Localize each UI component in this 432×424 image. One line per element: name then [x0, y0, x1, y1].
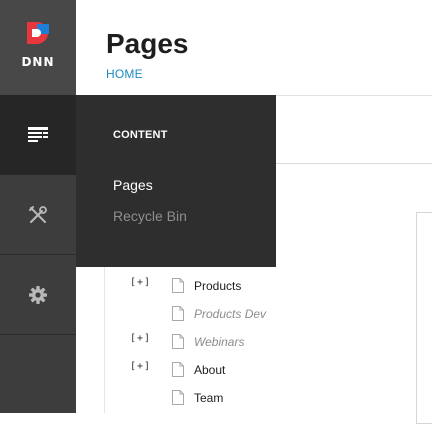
tree-row-webinars[interactable]: [+] Webinars [106, 328, 406, 356]
content-icon [28, 127, 48, 142]
tree-row-products[interactable]: [+] Products [106, 272, 406, 300]
page-details-panel [416, 212, 432, 424]
dnn-logo-icon [27, 22, 49, 44]
page-icon [172, 278, 184, 293]
page-icon [172, 362, 184, 377]
tree-label[interactable]: Products Dev [194, 307, 266, 321]
gear-icon [29, 286, 47, 304]
page-icon [172, 334, 184, 349]
tree-row-about[interactable]: [+] About [106, 356, 406, 384]
content-flyout-menu: CONTENT Pages Recycle Bin [76, 95, 276, 267]
expand-toggle[interactable]: [+] [130, 333, 151, 344]
side-rail: DNN [0, 0, 76, 413]
page-title: Pages [106, 28, 189, 59]
tree-label[interactable]: Webinars [194, 335, 244, 349]
expand-toggle[interactable]: [+] [130, 361, 151, 372]
rail-tools-button[interactable] [0, 175, 76, 255]
rail-settings-button[interactable] [0, 255, 76, 335]
tree-label[interactable]: Team [194, 391, 223, 405]
tree-row-team[interactable]: Team [106, 384, 406, 412]
dnn-wordmark: DNN [21, 55, 55, 69]
page-icon [172, 306, 184, 321]
tools-icon [29, 206, 47, 224]
tree-label[interactable]: About [194, 363, 225, 377]
rail-content-button[interactable] [0, 95, 76, 175]
expand-toggle[interactable]: [+] [130, 277, 151, 288]
flyout-item-pages[interactable]: Pages [113, 177, 153, 193]
breadcrumb-home[interactable]: HOME [106, 67, 143, 81]
flyout-heading: CONTENT [113, 129, 168, 141]
flyout-item-recycle-bin[interactable]: Recycle Bin [113, 208, 187, 224]
page-icon [172, 390, 184, 405]
dnn-logo[interactable]: DNN [0, 0, 76, 95]
tree-label[interactable]: Products [194, 279, 241, 293]
tree-row-products-dev[interactable]: Products Dev [106, 300, 406, 328]
